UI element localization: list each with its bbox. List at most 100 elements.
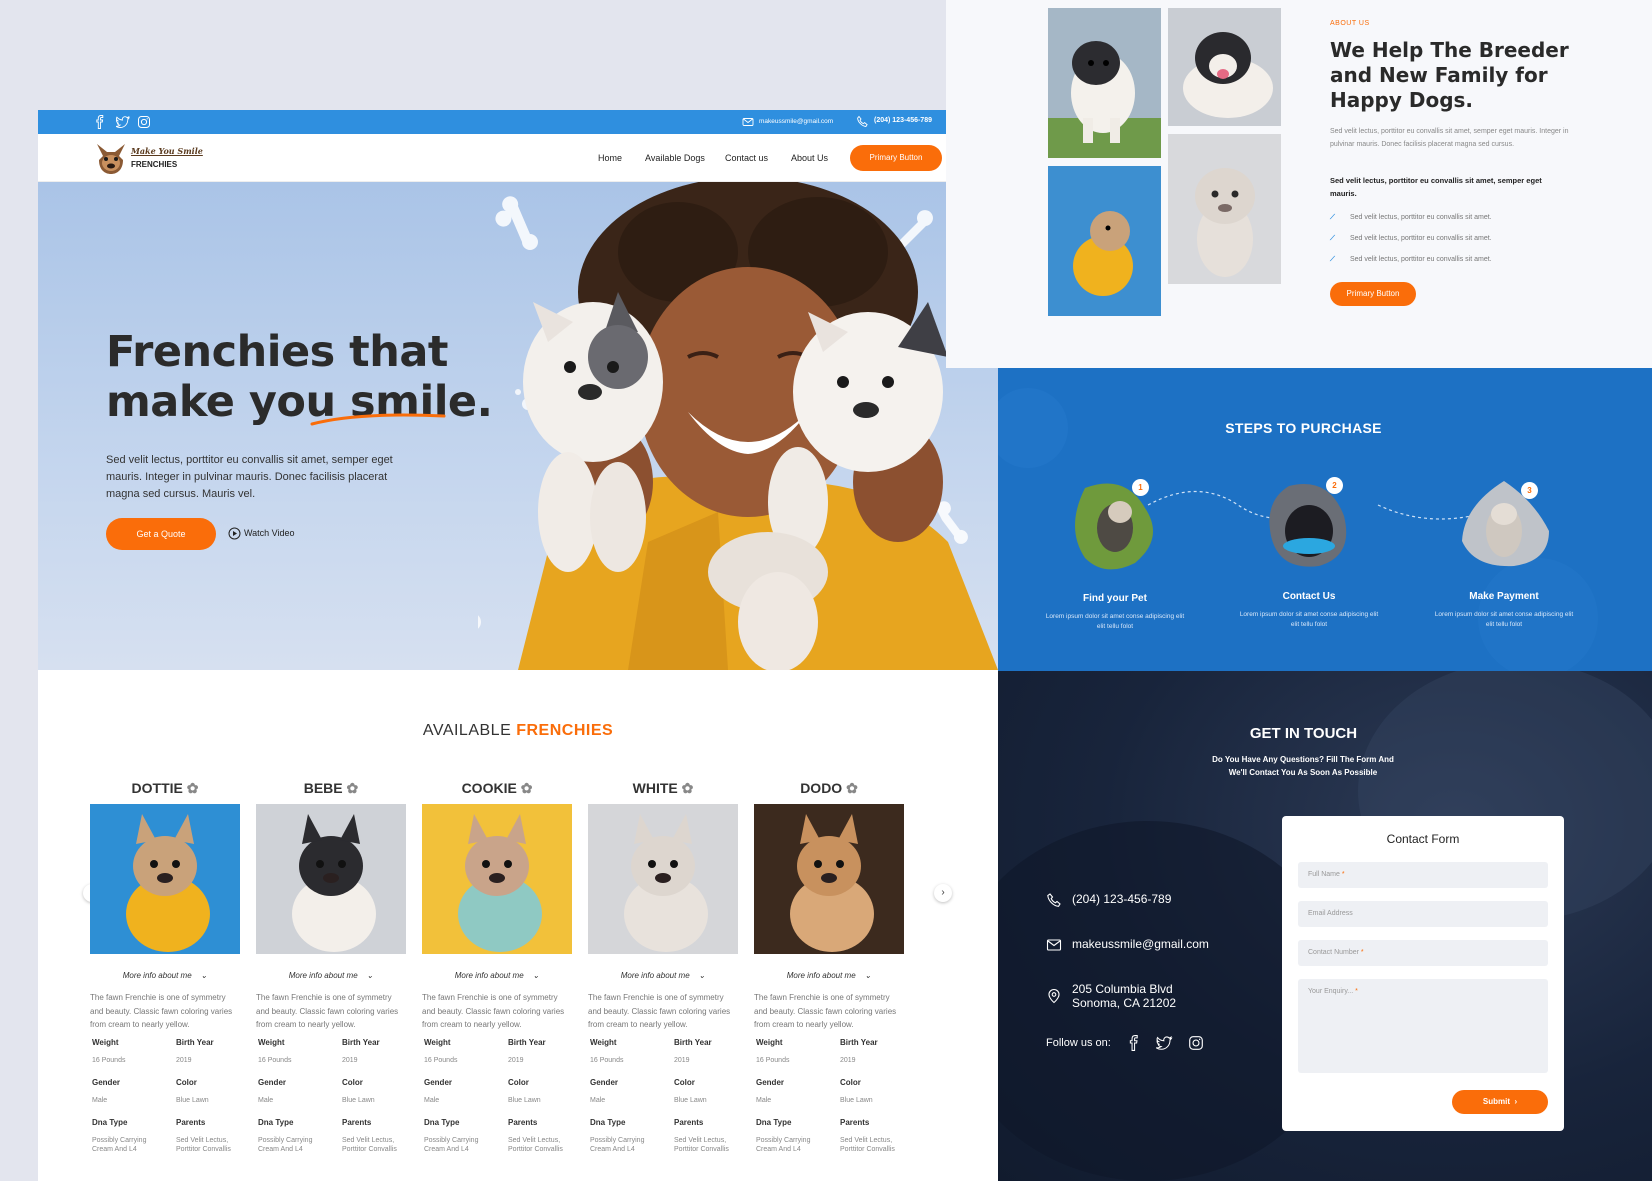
chevron-down-icon: ⌄ <box>864 971 872 980</box>
birth-year-label: Birth Year <box>508 1038 546 1047</box>
about-bullet-text: Sed velit lectus, porttitor eu convallis… <box>1350 214 1492 221</box>
color-value: Blue Lawn <box>342 1097 375 1104</box>
dna-type-label: Dna Type <box>590 1118 626 1127</box>
dog-photo[interactable] <box>422 804 572 954</box>
step-title: Find your Pet <box>1083 593 1147 604</box>
chevron-right-icon: › <box>1512 1097 1518 1106</box>
dog-description: The fawn Frenchie is one of symmetry and… <box>754 993 897 1029</box>
about-bullet: ⟋ Sed velit lectus, porttitor eu convalli… <box>1330 235 1492 243</box>
weight-label: Weight <box>92 1038 119 1047</box>
topbar-email[interactable]: makeussmile@gmail.com <box>759 118 833 125</box>
steps-section: STEPS TO PURCHASE 1 Find your Pet Lorem … <box>998 368 1652 671</box>
parents-value: Sed Velit Lectus, Porttitor Convallis <box>508 1137 563 1153</box>
dna-type-value: Possibly Carrying Cream And L4 <box>424 1137 479 1153</box>
dog-photo[interactable] <box>256 804 406 954</box>
required-mark: * <box>1341 871 1345 878</box>
twitter-icon[interactable] <box>116 115 130 129</box>
color-label: Color <box>176 1078 197 1087</box>
weight-value: 16 Pounds <box>756 1057 790 1064</box>
email-field[interactable]: Email Address <box>1298 901 1548 927</box>
site-logo[interactable]: Make You Smile FRENCHIES <box>93 140 223 176</box>
about-paragraph-1: Sed velit lectus, porttitor eu convallis… <box>1330 128 1569 148</box>
contact-email[interactable]: makeussmile@gmail.com <box>1046 937 1276 953</box>
dog-name: DODO ✿ <box>800 780 858 796</box>
topbar-phone[interactable]: (204) 123-456-789 <box>874 117 932 124</box>
nav-available-dogs-link[interactable]: Available Dogs <box>645 153 705 163</box>
full-name-field[interactable]: Full Name * <box>1298 862 1548 888</box>
get-quote-button[interactable]: Get a Quote <box>106 518 216 550</box>
step-title: Make Payment <box>1469 591 1539 602</box>
weight-label: Weight <box>424 1038 451 1047</box>
step-description: Lorem ipsum dolor sit amet conse adipisc… <box>1239 611 1379 628</box>
birth-year-value: 2019 <box>176 1057 192 1064</box>
watch-video-label: Watch Video <box>244 528 295 538</box>
nav-about-link[interactable]: About Us <box>791 153 828 163</box>
logo-script-text: Make You Smile <box>131 146 203 156</box>
weight-value: 16 Pounds <box>590 1057 624 1064</box>
birth-year-label: Birth Year <box>840 1038 878 1047</box>
color-value: Blue Lawn <box>674 1097 707 1104</box>
instagram-icon[interactable] <box>1188 1035 1204 1051</box>
instagram-icon[interactable] <box>137 115 151 129</box>
top-contact-bar: makeussmile@gmail.com (204) 123-456-789 <box>38 110 998 134</box>
about-photo-4 <box>1168 134 1281 284</box>
dog-photo[interactable] <box>90 804 240 954</box>
gender-label: Gender <box>424 1078 453 1087</box>
enquiry-field[interactable]: Your Enquiry... * <box>1298 979 1548 1073</box>
birth-year-label: Birth Year <box>342 1038 380 1047</box>
facebook-icon[interactable] <box>1126 1035 1142 1051</box>
contact-form-title: Contact Form <box>1386 832 1460 846</box>
nav-primary-button[interactable]: Primary Button <box>850 145 942 171</box>
contact-subtitle: Do You Have Any Questions? Fill The Form… <box>1212 755 1394 777</box>
full-name-placeholder: Full Name <box>1308 871 1340 878</box>
landing-page-mockup: makeussmile@gmail.com (204) 123-456-789 … <box>38 110 998 1181</box>
gender-value: Male <box>92 1097 108 1104</box>
paw-icon: ✿ <box>346 780 359 796</box>
dog-name: DOTTIE ✿ <box>131 780 199 796</box>
twitter-icon[interactable] <box>1156 1035 1173 1051</box>
weight-label: Weight <box>258 1038 285 1047</box>
dog-photo[interactable] <box>754 804 904 954</box>
hero-section: Frenchies that make you smile. Sed velit… <box>38 182 998 670</box>
more-info-toggle[interactable]: More info about me ⌄ <box>90 971 240 980</box>
nav-contact-link[interactable]: Contact us <box>725 153 768 163</box>
hero-title-line1: Frenchies that <box>106 327 448 377</box>
birth-year-value: 2019 <box>840 1057 856 1064</box>
dna-type-value: Possibly Carrying Cream And L4 <box>258 1137 313 1153</box>
paw-icon: ✿ <box>186 780 199 796</box>
main-nav: Make You Smile FRENCHIES Home Available … <box>38 134 998 182</box>
bone-check-icon: ⟋ <box>1330 235 1335 242</box>
contact-phone[interactable]: (204) 123-456-789 <box>1046 892 1276 908</box>
dna-type-label: Dna Type <box>424 1118 460 1127</box>
dog-description: The fawn Frenchie is one of symmetry and… <box>90 993 233 1029</box>
more-info-toggle[interactable]: More info about me ⌄ <box>588 971 738 980</box>
about-primary-button[interactable]: Primary Button <box>1330 282 1416 306</box>
more-info-toggle[interactable]: More info about me ⌄ <box>422 971 572 980</box>
dna-type-value: Possibly Carrying Cream And L4 <box>756 1137 811 1153</box>
step-description: Lorem ipsum dolor sit amet conse adipisc… <box>1434 611 1574 628</box>
bone-check-icon: ⟋ <box>1330 214 1335 221</box>
dog-description: The fawn Frenchie is one of symmetry and… <box>588 993 731 1029</box>
parents-label: Parents <box>674 1118 704 1127</box>
nav-home-link[interactable]: Home <box>598 153 622 163</box>
parents-value: Sed Velit Lectus, Porttitor Convallis <box>342 1137 397 1153</box>
carousel-next-arrow[interactable]: › <box>934 884 952 902</box>
dog-name: BEBE ✿ <box>303 780 359 796</box>
step-title: Contact Us <box>1282 591 1336 602</box>
color-label: Color <box>674 1078 695 1087</box>
dog-photo[interactable] <box>588 804 738 954</box>
logo-name-text: FRENCHIES <box>131 160 178 169</box>
mail-icon <box>742 118 754 126</box>
dog-description: The fawn Frenchie is one of symmetry and… <box>256 993 399 1029</box>
more-info-toggle[interactable]: More info about me ⌄ <box>256 971 406 980</box>
bone-check-icon: ⟋ <box>1330 256 1335 263</box>
contact-number-field[interactable]: Contact Number * <box>1298 940 1548 966</box>
facebook-icon[interactable] <box>93 115 107 129</box>
submit-label: Submit <box>1482 1097 1510 1106</box>
available-title-part1: AVAILABLE <box>422 722 512 739</box>
submit-button[interactable]: Submit › <box>1452 1090 1548 1114</box>
dog-name: COOKIE ✿ <box>461 780 533 796</box>
about-bullet-text: Sed velit lectus, porttitor eu convallis… <box>1350 256 1492 263</box>
more-info-toggle[interactable]: More info about me ⌄ <box>754 971 904 980</box>
play-circle-icon <box>228 527 241 540</box>
